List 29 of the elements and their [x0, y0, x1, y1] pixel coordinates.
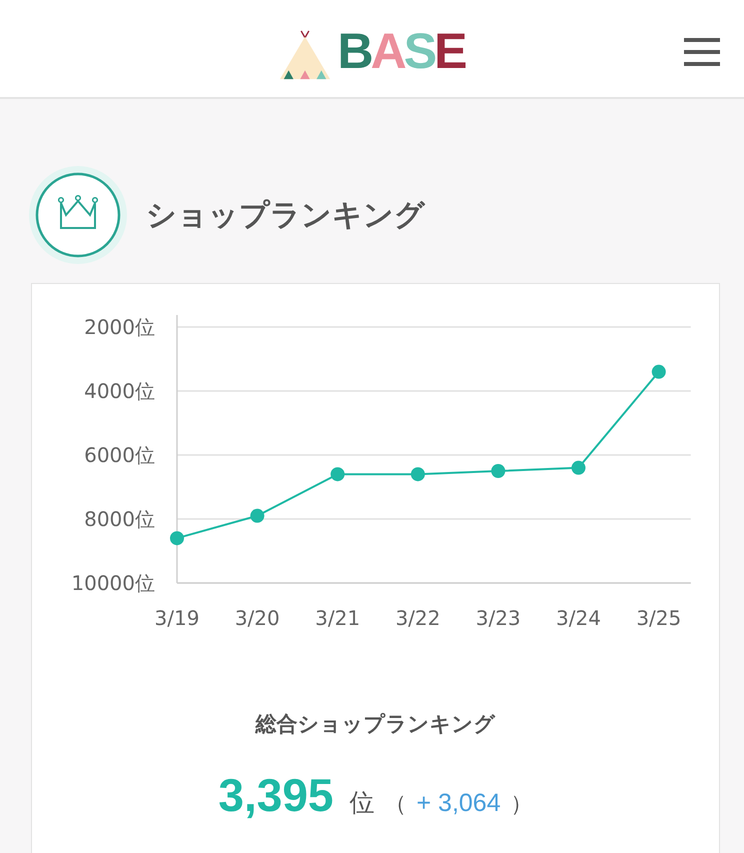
- x-tick-label: 3/23: [476, 606, 521, 630]
- data-point: [491, 464, 506, 478]
- data-point: [410, 467, 425, 482]
- y-tick-label: 2000位: [84, 315, 155, 339]
- data-point: [330, 467, 345, 482]
- y-tick-label: 8000位: [84, 507, 155, 531]
- rank-change: + 3,064: [416, 789, 501, 818]
- paren: （: [384, 791, 406, 819]
- y-tick-label: 10000位: [71, 571, 155, 595]
- data-point: [250, 508, 264, 523]
- menu-icon[interactable]: [684, 38, 720, 66]
- y-tick-label: 4000位: [84, 379, 155, 403]
- x-tick-label: 3/25: [636, 606, 682, 630]
- data-point: [170, 531, 184, 546]
- x-tick-label: 3/19: [154, 606, 200, 630]
- x-tick-label: 3/24: [556, 606, 601, 630]
- section-title: ショップランキング: [146, 196, 425, 234]
- summary-label: 総合ショップランキング: [254, 711, 496, 738]
- x-tick-label: 3/20: [234, 606, 280, 630]
- data-point: [572, 460, 586, 475]
- logo-text: BASE: [338, 22, 466, 80]
- x-tick-label: 3/22: [395, 606, 440, 630]
- rank-number: 3,395: [218, 768, 334, 822]
- rank-unit: 位: [350, 787, 374, 819]
- data-point: [652, 364, 666, 379]
- crown-icon: [28, 165, 128, 265]
- y-tick-label: 6000位: [84, 443, 155, 467]
- paren: ）: [510, 791, 533, 819]
- x-tick-label: 3/21: [315, 606, 360, 630]
